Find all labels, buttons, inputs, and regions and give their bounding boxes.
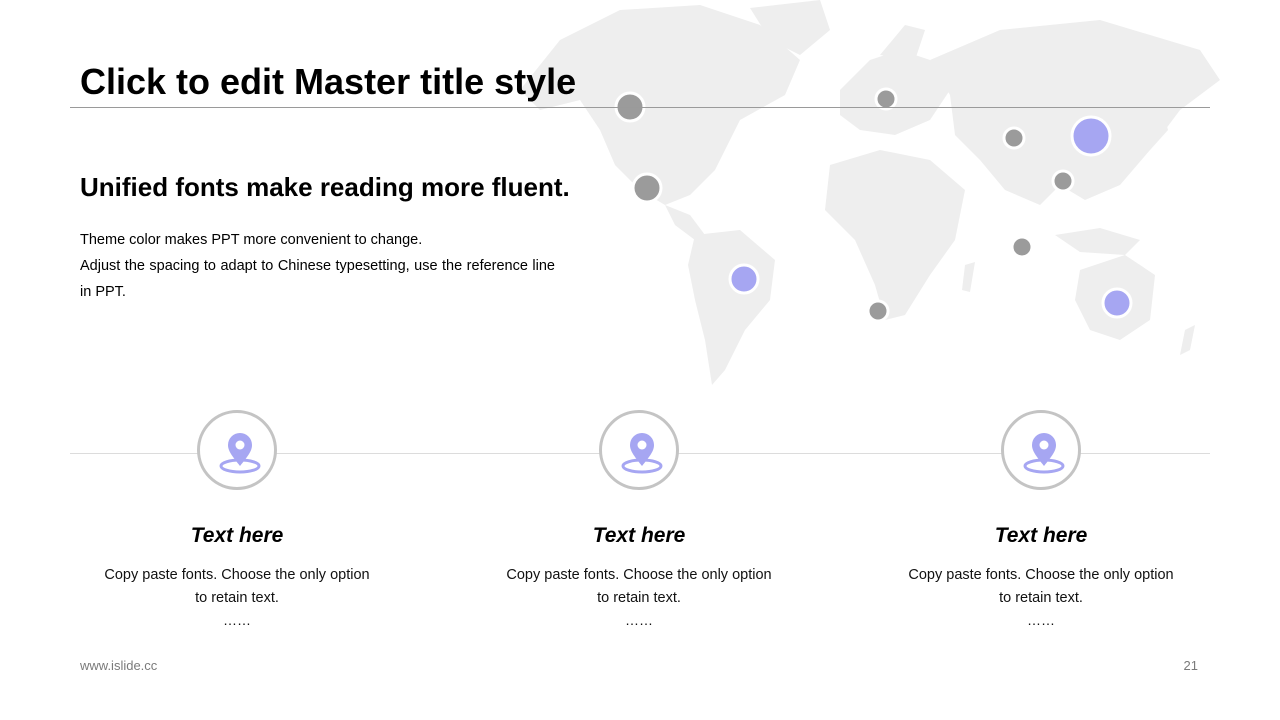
location-pin-icon <box>621 433 663 474</box>
pin-circle <box>599 410 679 490</box>
map-marker-australia <box>1101 287 1133 319</box>
card-title: Text here <box>190 524 284 547</box>
slide-body-text: Theme color makes PPT more convenient to… <box>80 227 555 305</box>
map-marker-central-america <box>631 172 663 204</box>
location-pin-icon <box>219 433 261 474</box>
body-line-1: Theme color makes PPT more convenient to… <box>80 232 423 248</box>
card-text: Copy paste fonts. Choose the only option… <box>506 567 772 606</box>
card-title: Text here <box>994 524 1088 547</box>
card-ellipsis: …… <box>1027 612 1055 628</box>
feature-card-3: Text here Copy paste fonts. Choose the o… <box>881 410 1201 630</box>
card-text: Copy paste fonts. Choose the only option… <box>104 567 370 606</box>
feature-card-2: Text here Copy paste fonts. Choose the o… <box>479 410 799 630</box>
slide-subtitle: Unified fonts make reading more fluent. <box>80 172 570 202</box>
world-map <box>520 0 1220 385</box>
card-title: Text here <box>592 524 686 547</box>
map-marker-south-china <box>1051 169 1075 193</box>
footer-url[interactable]: www.islide.cc <box>80 658 157 673</box>
card-ellipsis: …… <box>223 612 251 628</box>
page-number: 21 <box>1183 658 1198 673</box>
feature-card-1: Text here Copy paste fonts. Choose the o… <box>77 410 397 630</box>
slide: Click to edit Master title style Unified… <box>0 0 1280 720</box>
map-marker-central-asia <box>1002 126 1026 150</box>
location-pin-icon <box>1023 433 1065 474</box>
map-marker-europe <box>874 87 898 111</box>
pin-circle <box>1001 410 1081 490</box>
map-marker-south-africa <box>866 299 890 323</box>
map-marker-south-america <box>728 263 760 295</box>
map-marker-southeast-asia <box>1010 235 1034 259</box>
map-landmass <box>520 0 1220 385</box>
slide-title: Click to edit Master title style <box>80 61 577 102</box>
map-marker-east-asia <box>1070 115 1112 157</box>
card-text: Copy paste fonts. Choose the only option… <box>908 567 1174 606</box>
body-line-2: Adjust the spacing to adapt to Chinese t… <box>80 258 555 300</box>
title-divider <box>70 107 1210 108</box>
card-ellipsis: …… <box>625 612 653 628</box>
pin-circle <box>197 410 277 490</box>
